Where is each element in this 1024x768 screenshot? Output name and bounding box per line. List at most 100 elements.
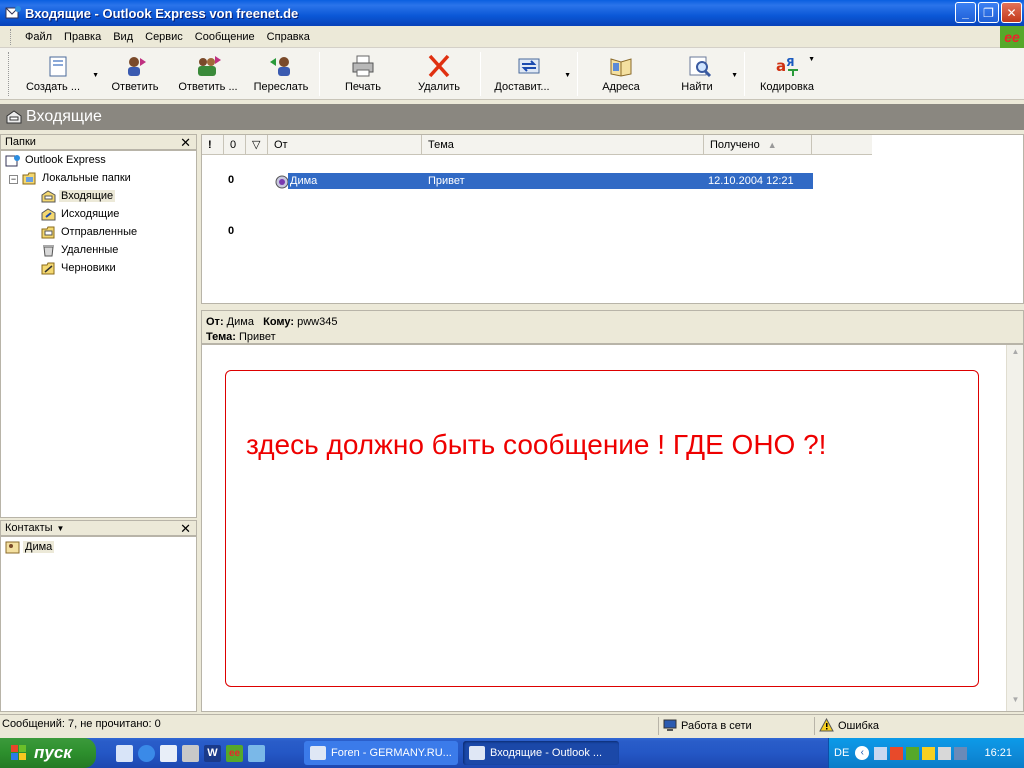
printer-icon: [350, 54, 376, 78]
find-button[interactable]: Найти ▼: [660, 50, 740, 98]
preview-scrollbar[interactable]: ▲ ▼: [1006, 345, 1023, 711]
close-contacts-pane-icon[interactable]: ✕: [180, 521, 191, 537]
column-flag[interactable]: ▽: [246, 135, 268, 155]
outlook-express-icon: [5, 5, 21, 21]
menu-file[interactable]: Файл: [19, 31, 58, 43]
new-mail-icon: [45, 54, 71, 78]
chevron-down-icon[interactable]: ▼: [564, 72, 571, 79]
maximize-button[interactable]: ❐: [978, 2, 999, 23]
column-subject[interactable]: Тема: [422, 135, 704, 155]
reply-button[interactable]: Ответить: [101, 50, 169, 98]
contact-item[interactable]: Дима: [5, 539, 55, 555]
tray-icons: [874, 746, 968, 760]
security-icon[interactable]: [890, 746, 904, 760]
column-received[interactable]: Получено ▲: [704, 135, 812, 155]
delete-x-icon: [426, 54, 452, 78]
tree-item-local-folders[interactable]: Локальные папки: [22, 170, 133, 186]
message-list: ! 0 ▽ От Тема Получено ▲ 0 Дима Привет 1…: [201, 134, 1024, 304]
quicklaunch-icon[interactable]: [248, 744, 265, 762]
toolbar-separator: [480, 51, 481, 96]
send-receive-button[interactable]: Доставит... ▼: [485, 50, 573, 98]
tray-app-icon[interactable]: [938, 746, 952, 760]
quicklaunch-icon[interactable]: [182, 744, 199, 762]
minimize-button[interactable]: _: [955, 2, 976, 23]
chevron-down-icon[interactable]: ▼: [92, 72, 99, 79]
scroll-down-arrow[interactable]: ▼: [1009, 695, 1022, 709]
taskbar-item-outlook[interactable]: Входящие - Outlook ...: [463, 741, 619, 765]
attachment-mark: 0: [228, 225, 235, 237]
tree-item-deleted[interactable]: Удаленные: [41, 242, 120, 258]
contacts-list: Дима: [0, 536, 197, 712]
close-button[interactable]: ✕: [1001, 2, 1022, 23]
inbox-icon: [6, 110, 22, 124]
chevron-down-icon[interactable]: ▼: [57, 524, 65, 533]
taskbar-item-forum[interactable]: Foren - GERMANY.RU...: [304, 741, 458, 765]
menu-message[interactable]: Сообщение: [189, 31, 261, 43]
clock[interactable]: 16:21: [984, 747, 1012, 759]
scroll-up-arrow[interactable]: ▲: [1009, 347, 1022, 361]
quicklaunch-icon[interactable]: [116, 744, 133, 762]
tree-item-outbox[interactable]: Исходящие: [41, 206, 121, 222]
column-priority[interactable]: !: [202, 135, 224, 155]
menu-view[interactable]: Вид: [107, 31, 139, 43]
attachment-mark: 0: [228, 174, 235, 186]
column-from[interactable]: От: [268, 135, 422, 155]
outbox-folder-icon: [41, 207, 56, 221]
create-mail-button[interactable]: Создать ... ▼: [15, 50, 101, 98]
column-attachment[interactable]: 0: [224, 135, 246, 155]
freenet-icon[interactable]: ee: [226, 744, 243, 762]
reply-all-icon: [195, 54, 221, 78]
close-folders-pane-icon[interactable]: ✕: [180, 135, 191, 151]
forward-button[interactable]: Переслать: [247, 50, 315, 98]
collapse-local-folders-icon[interactable]: −: [9, 175, 18, 184]
title-bar: Входящие - Outlook Express von freenet.d…: [0, 0, 1024, 26]
status-bar: Сообщений: 7, не прочитано: 0 Работа в с…: [0, 714, 1024, 736]
reply-all-button[interactable]: Ответить ...: [169, 50, 247, 98]
menu-grip[interactable]: [10, 28, 13, 45]
preview-to: pww345: [297, 316, 338, 328]
delete-button[interactable]: Удалить: [402, 50, 476, 98]
toolbar-grip[interactable]: [8, 51, 11, 96]
tree-item-sent[interactable]: Отправленные: [41, 224, 139, 240]
message-received: 12.10.2004 12:21: [708, 175, 794, 187]
reply-icon: [122, 54, 148, 78]
tray-app-icon[interactable]: [954, 746, 968, 760]
start-button[interactable]: пуск: [0, 738, 96, 768]
preview-header: От: Дима Кому: pww345 Тема: Привет: [201, 310, 1024, 344]
chevron-down-icon[interactable]: ▼: [731, 72, 738, 79]
tray-app-icon[interactable]: [922, 746, 936, 760]
word-icon[interactable]: W: [204, 744, 221, 762]
sent-folder-icon: [41, 226, 56, 239]
addresses-button[interactable]: Адреса: [582, 50, 660, 98]
outlook-express-icon[interactable]: [160, 744, 177, 762]
toolbar-separator: [577, 51, 578, 96]
status-error[interactable]: Ошибка: [814, 717, 1024, 735]
folders-pane-header: Папки ✕: [0, 134, 197, 150]
tree-item-outlook-express[interactable]: Outlook Express: [5, 152, 108, 168]
network-icon[interactable]: [874, 746, 888, 760]
menu-edit[interactable]: Правка: [58, 31, 107, 43]
sort-ascending-icon: ▲: [767, 139, 777, 150]
chevron-down-icon[interactable]: ▼: [808, 56, 815, 63]
message-from: Дима: [290, 175, 318, 187]
language-indicator[interactable]: DE: [834, 747, 849, 759]
preview-pane[interactable]: здесь должно быть сообщение ! ГДЕ ОНО ?!…: [201, 344, 1024, 712]
menu-tools[interactable]: Сервис: [139, 31, 189, 43]
print-button[interactable]: Печать: [324, 50, 402, 98]
internet-explorer-icon[interactable]: [138, 744, 155, 762]
address-book-icon: [608, 54, 634, 78]
freenet-tray-icon[interactable]: [906, 746, 920, 760]
warning-icon: [819, 717, 834, 735]
contacts-pane-header[interactable]: Контакты ▼ ✕: [0, 520, 197, 536]
contact-card-icon: [5, 541, 20, 554]
status-online[interactable]: Работа в сети: [658, 717, 814, 735]
menu-bar: Файл Правка Вид Сервис Сообщение Справка: [0, 26, 1024, 48]
tray-expand-icon[interactable]: ‹: [855, 746, 870, 760]
table-row[interactable]: Дима Привет 12.10.2004 12:21: [288, 173, 813, 189]
tree-item-drafts[interactable]: Черновики: [41, 260, 118, 276]
encoding-button[interactable]: aЯ Кодировка ▼: [749, 50, 825, 98]
menu-help[interactable]: Справка: [261, 31, 316, 43]
tree-item-inbox[interactable]: Входящие: [41, 188, 116, 204]
windows-flag-icon: [10, 744, 28, 762]
preview-subject: Привет: [238, 331, 276, 343]
